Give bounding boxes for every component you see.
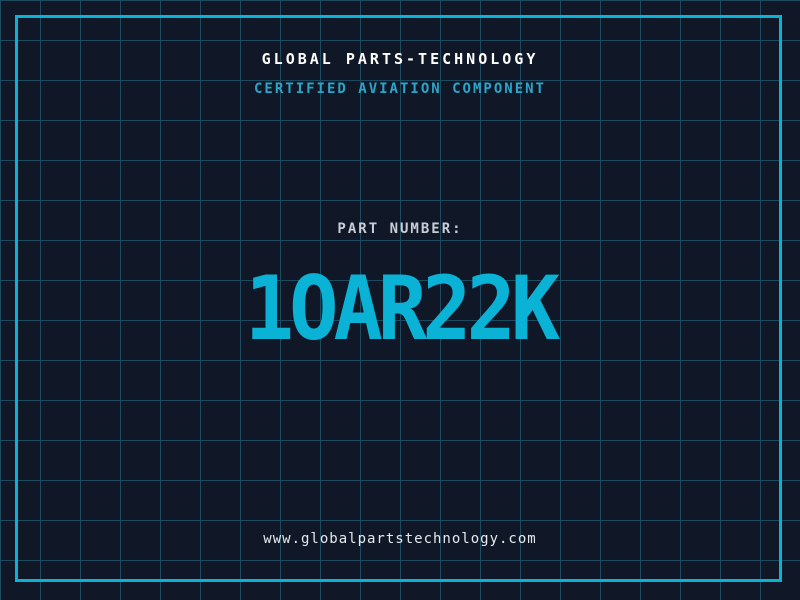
part-number-value: 1OAR22K bbox=[244, 258, 561, 361]
company-name: GLOBAL PARTS-TECHNOLOGY bbox=[261, 50, 539, 68]
certification-subtitle: CERTIFIED AVIATION COMPONENT bbox=[253, 81, 546, 97]
website-url: www.globalpartstechnology.com bbox=[263, 531, 537, 547]
part-certificate-card: GLOBAL PARTS-TECHNOLOGY CERTIFIED AVIATI… bbox=[0, 0, 800, 600]
part-number-label: PART NUMBER: bbox=[337, 221, 463, 237]
